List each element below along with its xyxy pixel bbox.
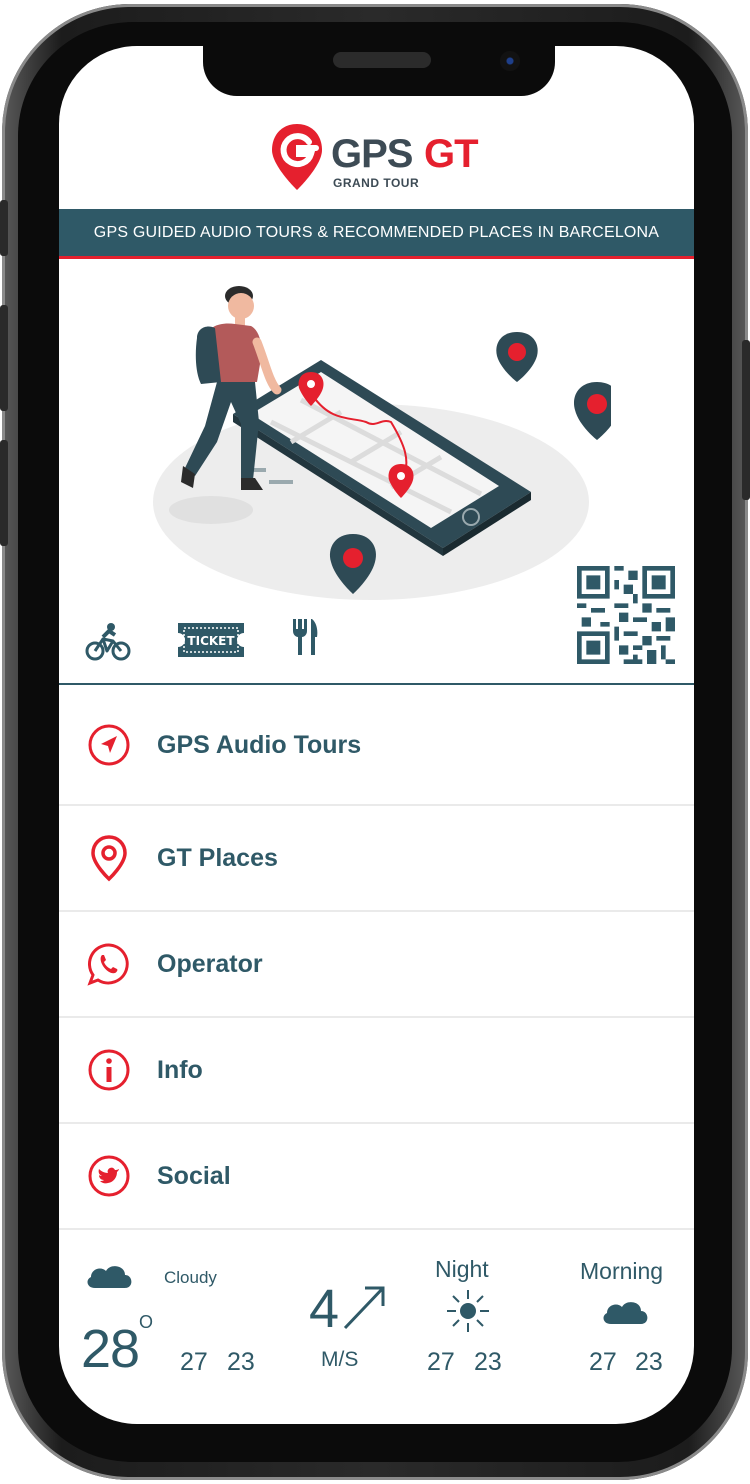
hero-illustration bbox=[153, 286, 611, 600]
front-camera bbox=[500, 51, 520, 71]
menu-item-operator[interactable]: Operator bbox=[59, 912, 694, 1018]
wind-direction-arrow-icon bbox=[343, 1286, 385, 1330]
current-low: 23 bbox=[227, 1348, 255, 1376]
night-high: 27 bbox=[427, 1348, 455, 1376]
menu-item-gt-places[interactable]: GT Places bbox=[59, 806, 694, 912]
logo-pin-icon bbox=[272, 124, 322, 190]
cloud-icon bbox=[87, 1266, 132, 1288]
night-label: Night bbox=[435, 1256, 489, 1282]
tagline-banner: GPS GUIDED AUDIO TOURS & RECOMMENDED PLA… bbox=[59, 209, 694, 259]
divider bbox=[59, 683, 694, 685]
menu-label: GT Places bbox=[157, 843, 278, 872]
menu-label: Info bbox=[157, 1055, 203, 1084]
menu-label: Operator bbox=[157, 949, 263, 978]
notch bbox=[203, 46, 555, 96]
wind-unit: M/S bbox=[321, 1348, 359, 1371]
main-menu: GPS Audio Tours GT Places Operator Info … bbox=[59, 686, 694, 1230]
morning-cloud-icon bbox=[603, 1302, 648, 1324]
fork-knife-icon[interactable] bbox=[291, 617, 319, 657]
menu-label: GPS Audio Tours bbox=[157, 730, 362, 759]
qr-code[interactable] bbox=[577, 566, 675, 664]
app-logo: GPS GT GRAND TOUR bbox=[269, 122, 489, 192]
map-pin-icon bbox=[87, 835, 131, 882]
menu-item-social[interactable]: Social bbox=[59, 1124, 694, 1230]
current-temperature: 28 bbox=[81, 1319, 140, 1379]
morning-low: 23 bbox=[635, 1348, 663, 1376]
bike-icon[interactable] bbox=[85, 621, 131, 661]
logo-text-gps: GPS bbox=[331, 132, 413, 176]
tagline-text: GPS GUIDED AUDIO TOURS & RECOMMENDED PLA… bbox=[93, 223, 660, 241]
mute-switch bbox=[0, 200, 8, 256]
menu-item-info[interactable]: Info bbox=[59, 1018, 694, 1124]
current-high: 27 bbox=[180, 1348, 208, 1376]
morning-label: Morning bbox=[580, 1258, 664, 1284]
power-button bbox=[742, 340, 750, 500]
logo-text-gt: GT bbox=[424, 132, 479, 176]
sun-icon bbox=[447, 1290, 489, 1332]
info-icon bbox=[87, 1048, 131, 1092]
menu-label: Social bbox=[157, 1161, 231, 1190]
ticket-icon[interactable]: TICKET bbox=[176, 621, 246, 659]
menu-item-gps-audio-tours[interactable]: GPS Audio Tours bbox=[59, 686, 694, 806]
ticket-label: TICKET bbox=[187, 634, 235, 648]
wind-speed: 4 bbox=[309, 1279, 339, 1339]
degree-symbol: O bbox=[139, 1312, 154, 1332]
current-condition: Cloudy bbox=[164, 1268, 217, 1287]
night-low: 23 bbox=[474, 1348, 502, 1376]
twitter-icon bbox=[87, 1154, 131, 1198]
navigation-arrow-icon bbox=[87, 723, 131, 767]
volume-down-button bbox=[0, 440, 8, 546]
volume-up-button bbox=[0, 305, 8, 411]
morning-high: 27 bbox=[589, 1348, 617, 1376]
logo-subtitle: GRAND TOUR bbox=[333, 176, 420, 190]
speaker-grille bbox=[333, 52, 431, 68]
app-screen: GPS GT GRAND TOUR GPS GUIDED AUDIO TOURS… bbox=[59, 46, 694, 1424]
whatsapp-icon bbox=[87, 942, 131, 986]
weather-panel: Cloudy 28 O 27 23 4 M/S Night 27 23 Morn… bbox=[59, 1242, 694, 1424]
